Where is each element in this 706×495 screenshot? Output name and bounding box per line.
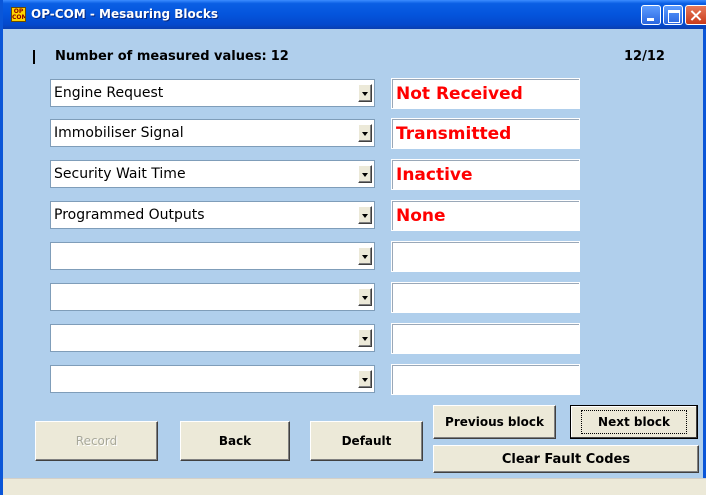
measurement-row: Engine Request Not Received [50, 78, 580, 109]
parameter-dropdown[interactable] [50, 242, 375, 270]
measured-value-text: Inactive [396, 165, 473, 185]
chevron-down-icon[interactable] [358, 84, 372, 102]
main-window: OP COM OP-COM - Mesauring Blocks Number … [0, 0, 706, 495]
parameter-dropdown[interactable] [50, 365, 375, 393]
parameter-dropdown[interactable]: Security Wait Time [50, 160, 375, 188]
measurement-row [50, 241, 580, 272]
measurement-row: Immobiliser Signal Transmitted [50, 118, 580, 149]
measured-value-field: None [391, 200, 580, 231]
close-icon[interactable] [685, 5, 706, 25]
chevron-down-icon[interactable] [358, 329, 372, 347]
measured-value-field: Not Received [391, 78, 580, 109]
parameter-dropdown[interactable]: Engine Request [50, 79, 375, 107]
measurement-row [50, 323, 580, 354]
measured-value-field [391, 241, 580, 272]
measured-value-field: Transmitted [391, 118, 580, 149]
chevron-down-icon[interactable] [358, 370, 372, 388]
previous-block-button[interactable]: Previous block [433, 405, 556, 439]
measured-value-text: Transmitted [396, 124, 512, 144]
parameter-dropdown-value: Immobiliser Signal [54, 125, 184, 141]
page-indicator: 12/12 [624, 49, 665, 64]
measured-value-field [391, 364, 580, 395]
next-block-button[interactable]: Next block [570, 405, 698, 439]
maximize-icon[interactable] [663, 5, 683, 25]
clear-fault-codes-button[interactable]: Clear Fault Codes [433, 445, 699, 473]
parameter-dropdown[interactable]: Immobiliser Signal [50, 119, 375, 147]
measured-values-count: Number of measured values: 12 [55, 49, 289, 64]
parameter-dropdown[interactable]: Programmed Outputs [50, 201, 375, 229]
measured-value-text: None [396, 206, 446, 226]
chevron-down-icon[interactable] [358, 124, 372, 142]
chevron-down-icon[interactable] [358, 165, 372, 183]
measured-value-text: Not Received [396, 84, 523, 104]
parameter-dropdown-value: Engine Request [54, 85, 164, 101]
measured-value-field [391, 323, 580, 354]
text-cursor-marker [33, 50, 35, 64]
parameter-dropdown[interactable] [50, 324, 375, 352]
measured-value-field: Inactive [391, 159, 580, 190]
back-button[interactable]: Back [180, 421, 290, 461]
measurement-row: Programmed Outputs None [50, 200, 580, 231]
window-title: OP-COM - Mesauring Blocks [31, 7, 218, 21]
next-block-label: Next block [581, 410, 687, 434]
parameter-dropdown-value: Security Wait Time [54, 166, 186, 182]
count-label-text: Number of measured values: [55, 49, 267, 64]
measurement-row [50, 364, 580, 395]
default-button[interactable]: Default [310, 421, 423, 461]
title-bar[interactable]: OP COM OP-COM - Mesauring Blocks [3, 0, 706, 29]
record-button[interactable]: Record [35, 421, 158, 461]
parameter-dropdown-value: Programmed Outputs [54, 207, 205, 223]
op-com-logo-icon[interactable]: OP COM [11, 7, 26, 22]
status-bar [3, 478, 706, 495]
measurement-row [50, 282, 580, 313]
chevron-down-icon[interactable] [358, 288, 372, 306]
count-value: 12 [270, 49, 289, 64]
chevron-down-icon[interactable] [358, 247, 372, 265]
chevron-down-icon[interactable] [358, 206, 372, 224]
measured-value-field [391, 282, 580, 313]
parameter-dropdown[interactable] [50, 283, 375, 311]
measurement-row: Security Wait Time Inactive [50, 159, 580, 190]
minimize-icon[interactable] [641, 5, 661, 25]
